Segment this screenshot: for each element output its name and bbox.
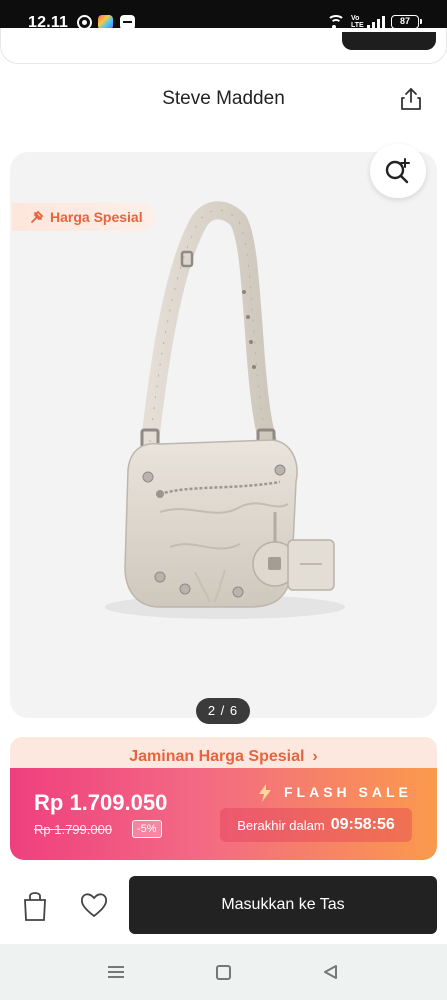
flash-sale-title: FLASH SALE [284, 784, 412, 800]
back-icon[interactable] [322, 964, 338, 980]
wishlist-heart-icon[interactable] [79, 890, 109, 920]
countdown-label: Berakhir dalam [237, 817, 325, 833]
visual-search-icon [385, 158, 410, 184]
promo-tag: Harga Spesial [12, 203, 155, 231]
promo-tag-label: Harga Spesial [50, 209, 143, 225]
product-page: 12.11 Vo LTE 87 Steve Madden Harga Spesi… [0, 0, 447, 1000]
chevron-right-icon: › [312, 748, 318, 765]
battery-icon: 87 [391, 15, 422, 29]
signal-icon [367, 15, 385, 29]
visual-search-button[interactable] [370, 144, 426, 198]
pin-icon [31, 210, 44, 223]
share-icon[interactable] [398, 86, 424, 112]
original-price: Rp 1.799.000 [34, 822, 113, 837]
discount-badge: -5% [132, 820, 162, 838]
page-header: Steve Madden [0, 70, 447, 128]
product-image-gallery[interactable] [10, 152, 437, 718]
countdown-time: 09:58:56 [330, 816, 395, 833]
product-image [105, 201, 345, 619]
recent-apps-icon[interactable] [108, 964, 124, 980]
flash-sale-banner: Rp 1.709.050 Rp 1.799.000 -5% FLASH SALE… [10, 768, 437, 860]
page-title: Steve Madden [162, 88, 285, 109]
previous-button-edge[interactable] [342, 32, 436, 50]
countdown-timer: Berakhir dalam 09:58:56 [220, 808, 412, 842]
add-to-bag-button[interactable]: Masukkan ke Tas [129, 876, 437, 934]
battery-level: 87 [399, 16, 410, 26]
shopping-bag-icon[interactable] [22, 888, 48, 922]
current-price: Rp 1.709.050 [34, 790, 168, 815]
guarantee-label: Jaminan Harga Spesial [129, 748, 305, 765]
home-icon[interactable] [216, 965, 231, 980]
image-pager: 2 / 6 [196, 698, 250, 724]
scrolled-content-edge [0, 28, 447, 66]
wifi-icon [327, 15, 345, 29]
volte-indicator: Vo LTE [351, 15, 364, 29]
lightning-icon [259, 784, 271, 802]
